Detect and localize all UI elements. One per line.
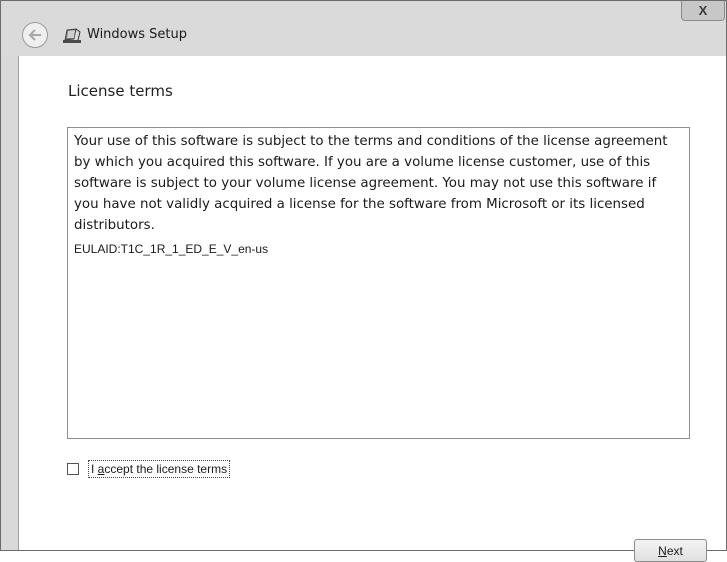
accept-label-prefix: I: [91, 462, 98, 476]
accept-label-rest: ccept the license terms: [104, 462, 228, 476]
accept-label[interactable]: I accept the license terms: [88, 460, 231, 478]
license-text-box[interactable]: Your use of this software is subject to …: [67, 127, 690, 439]
windows-setup-icon: [63, 28, 81, 43]
accept-row[interactable]: I accept the license terms: [67, 460, 231, 478]
title-bar: Windows Setup X: [1, 1, 726, 56]
license-body: Your use of this software is subject to …: [74, 134, 668, 233]
window-title: Windows Setup: [87, 27, 188, 42]
content-area: License terms Your use of this software …: [18, 56, 726, 562]
page-title: License terms: [68, 82, 173, 100]
close-icon: X: [698, 3, 708, 18]
eula-id: EULAID:T1C_1R_1_ED_E_V_en-us: [74, 242, 269, 256]
close-button[interactable]: X: [681, 1, 725, 21]
setup-window: Windows Setup X License terms Your use o…: [0, 0, 727, 562]
back-button[interactable]: [22, 22, 48, 48]
accept-checkbox[interactable]: [67, 463, 79, 475]
back-arrow-icon: [28, 29, 41, 41]
